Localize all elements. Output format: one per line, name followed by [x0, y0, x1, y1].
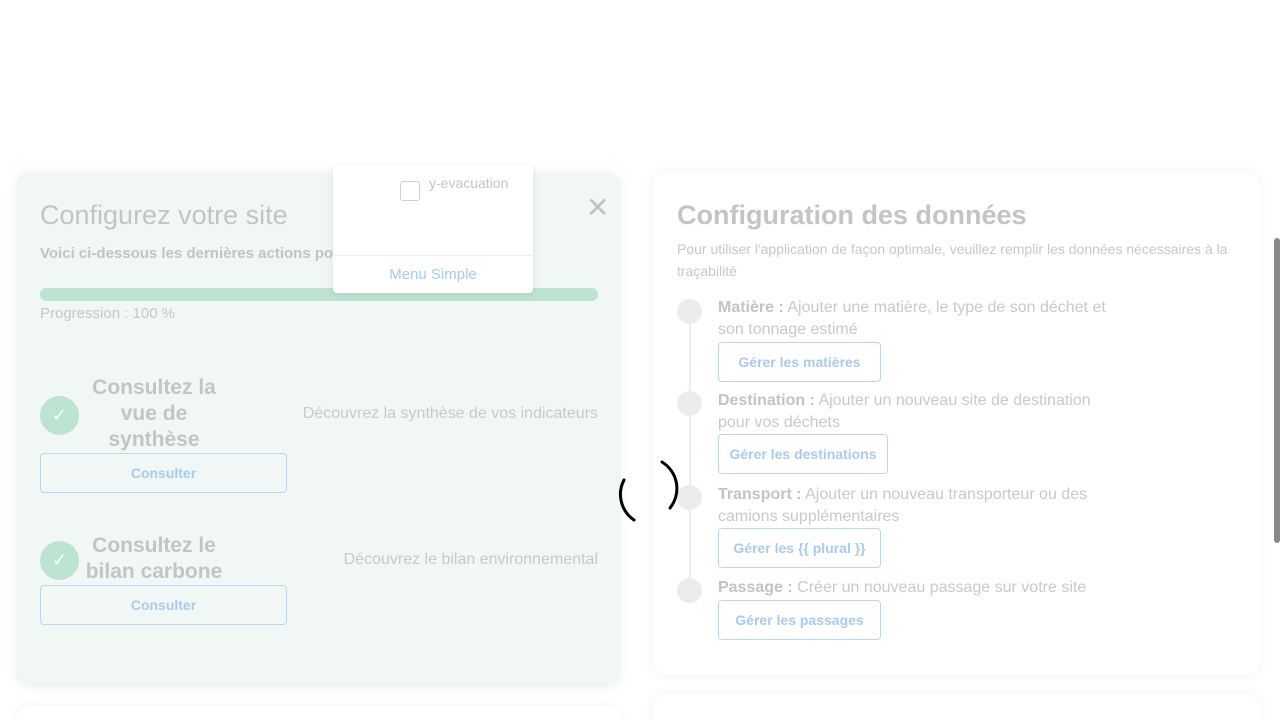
- consult-bilan-button[interactable]: Consulter: [40, 585, 287, 625]
- data-config-card: Configuration des données Pour utiliser …: [653, 172, 1260, 675]
- step-transport-text: Transport : Ajouter un nouveau transport…: [718, 486, 1088, 525]
- data-config-title: Configuration des données: [677, 200, 1027, 230]
- task-title-synthese: Consultez la vue de synthèse: [92, 376, 216, 451]
- step-matiere-text: Matière : Ajouter une matière, le type d…: [718, 299, 1106, 338]
- setup-card-title: Configurez votre site: [40, 200, 288, 230]
- manage-materials-button[interactable]: Gérer les matières: [718, 342, 881, 382]
- dropdown-divider: [333, 255, 533, 256]
- evacuation-checkbox[interactable]: [400, 181, 420, 201]
- manage-destinations-button[interactable]: Gérer les destinations: [718, 434, 888, 474]
- step-passage-text: Passage : Créer un nouveau passage sur v…: [718, 579, 1087, 596]
- scrollbar[interactable]: [1274, 238, 1280, 543]
- bottom-left-card: [16, 706, 621, 720]
- data-config-description: Pour utiliser l'application de façon opt…: [677, 241, 1228, 279]
- consult-synthese-button[interactable]: Consulter: [40, 453, 287, 493]
- task-desc-synthese: Découvrez la synthèse de vos indicateurs: [302, 405, 598, 422]
- timeline-line: [689, 320, 691, 596]
- timeline-dot: [677, 299, 702, 324]
- close-icon[interactable]: ✕: [586, 194, 609, 222]
- dropdown-menu: y-evacuation Menu Simple: [333, 165, 533, 293]
- loading-spinner-icon: [618, 460, 679, 522]
- timeline-dot: [677, 391, 702, 416]
- manage-passages-button[interactable]: Gérer les passages: [718, 600, 881, 640]
- evacuation-checkbox-label: y-evacuation: [429, 175, 509, 191]
- step-destination-text: Destination : Ajouter un nouveau site de…: [718, 392, 1091, 431]
- check-icon: ✓: [40, 396, 79, 435]
- task-desc-bilan: Découvrez le bilan environnemental: [343, 551, 598, 568]
- timeline-dot: [677, 578, 702, 603]
- manage-transports-button[interactable]: Gérer les {{ plural }}: [718, 528, 881, 568]
- bottom-right-card: [653, 694, 1260, 720]
- check-icon: ✓: [40, 541, 79, 580]
- menu-simple-link[interactable]: Menu Simple: [333, 266, 533, 283]
- task-title-bilan: Consultez le bilan carbone: [85, 534, 223, 583]
- progress-label: Progression : 100 %: [40, 305, 176, 322]
